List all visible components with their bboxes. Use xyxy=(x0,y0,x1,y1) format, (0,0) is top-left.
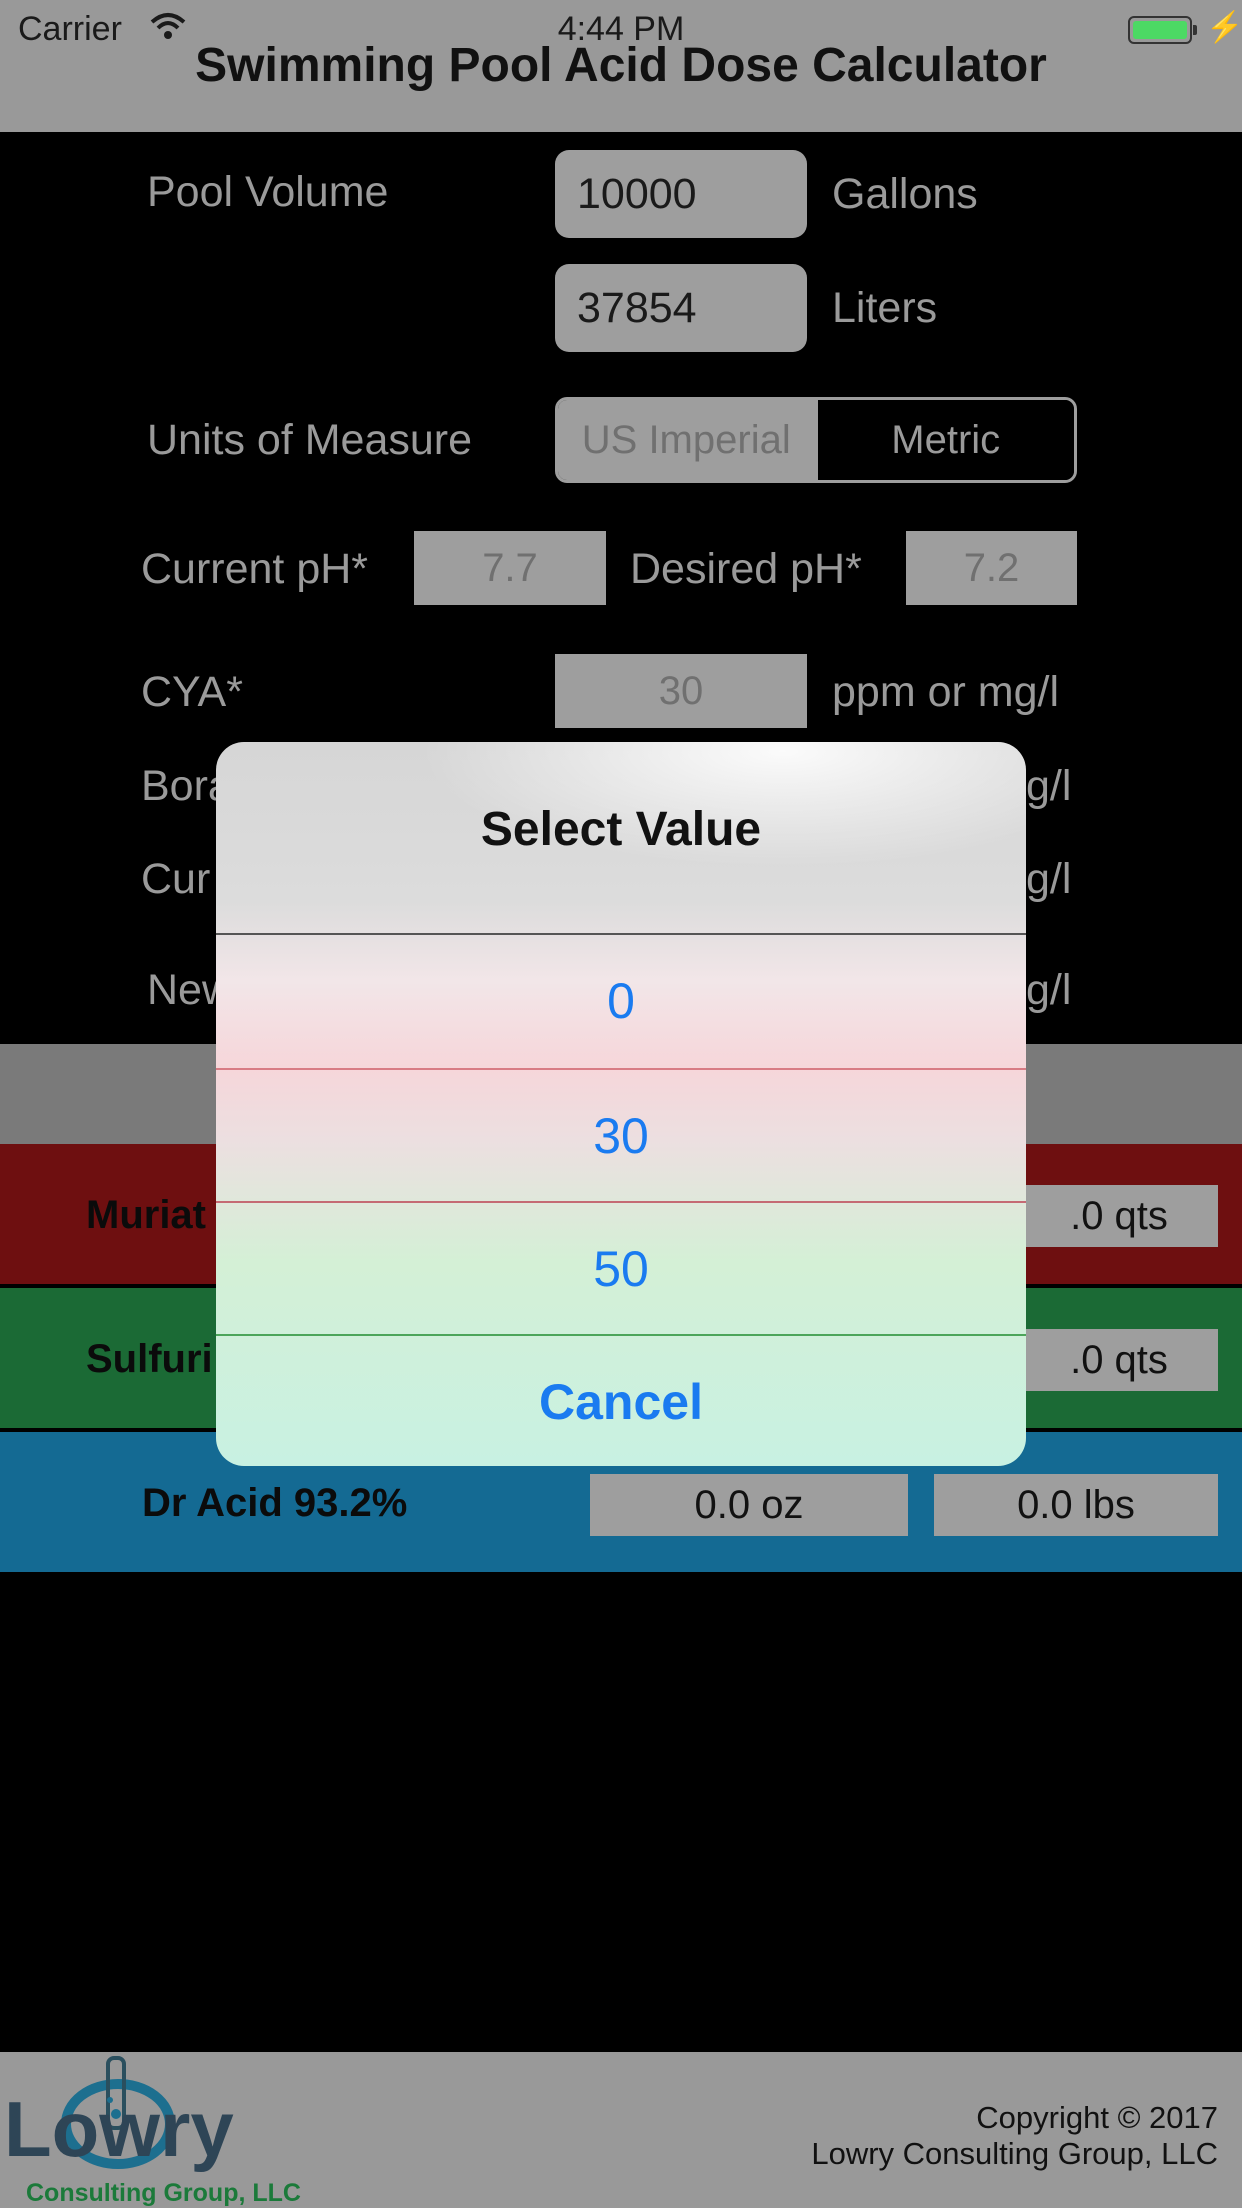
sulfuric-label: Sulfuri xyxy=(86,1337,213,1381)
copyright-line1: Copyright © 2017 xyxy=(976,2100,1218,2135)
pool-volume-label: Pool Volume xyxy=(147,168,389,216)
cya-field[interactable]: 30 xyxy=(555,654,807,728)
select-value-dialog: Select Value 0 30 50 Cancel xyxy=(216,742,1026,1466)
gallons-unit-label: Gallons xyxy=(832,170,978,218)
gallons-input[interactable]: 10000 xyxy=(555,150,807,238)
cya-label: CYA* xyxy=(141,668,243,716)
logo-wordmark: Lowry xyxy=(4,2085,234,2173)
dialog-title: Select Value xyxy=(480,803,762,856)
liters-input[interactable]: 37854 xyxy=(555,264,807,352)
sulfuric-qts-value: .0 qts xyxy=(1020,1329,1218,1391)
dr-acid-lbs-value: 0.0 lbs xyxy=(934,1474,1218,1536)
desired-ph-field[interactable]: 7.2 xyxy=(906,531,1077,605)
page-title: Swimming Pool Acid Dose Calculator xyxy=(195,39,1047,92)
segment-us-imperial[interactable]: US Imperial xyxy=(558,400,815,480)
copyright: Copyright © 2017 Lowry Consulting Group,… xyxy=(811,2100,1218,2172)
option-30-button[interactable]: 30 xyxy=(216,1070,1026,1203)
muriatic-label: Muriat xyxy=(86,1193,206,1237)
copyright-line2: Lowry Consulting Group, LLC xyxy=(811,2136,1218,2171)
dr-acid-oz-value: 0.0 oz xyxy=(590,1474,908,1536)
current-ph-field[interactable]: 7.7 xyxy=(414,531,606,605)
company-logo: Lowry Consulting Group, LLC xyxy=(4,2056,301,2207)
logo-subtext: Consulting Group, LLC xyxy=(26,2179,301,2207)
units-label: Units of Measure xyxy=(147,416,473,464)
current-ph-label: Current pH* xyxy=(141,545,369,593)
cancel-button[interactable]: Cancel xyxy=(216,1336,1026,1466)
segment-metric[interactable]: Metric xyxy=(814,400,1074,480)
new-level-unit-label: g/l xyxy=(1026,966,1072,1014)
desired-ph-label: Desired pH* xyxy=(630,545,862,593)
current-level-unit-label: g/l xyxy=(1026,855,1072,903)
liters-unit-label: Liters xyxy=(832,284,938,332)
dr-acid-label: Dr Acid 93.2% xyxy=(142,1481,408,1525)
battery-tip xyxy=(1193,25,1197,35)
borate-unit-label: g/l xyxy=(1026,762,1072,810)
current-level-label: Cur xyxy=(141,855,211,903)
option-0-button[interactable]: 0 xyxy=(216,935,1026,1068)
muriatic-qts-value: .0 qts xyxy=(1020,1185,1218,1247)
cya-unit-label: ppm or mg/l xyxy=(832,668,1060,716)
units-segmented-control[interactable]: US Imperial Metric xyxy=(555,397,1077,483)
option-50-button[interactable]: 50 xyxy=(216,1203,1026,1336)
